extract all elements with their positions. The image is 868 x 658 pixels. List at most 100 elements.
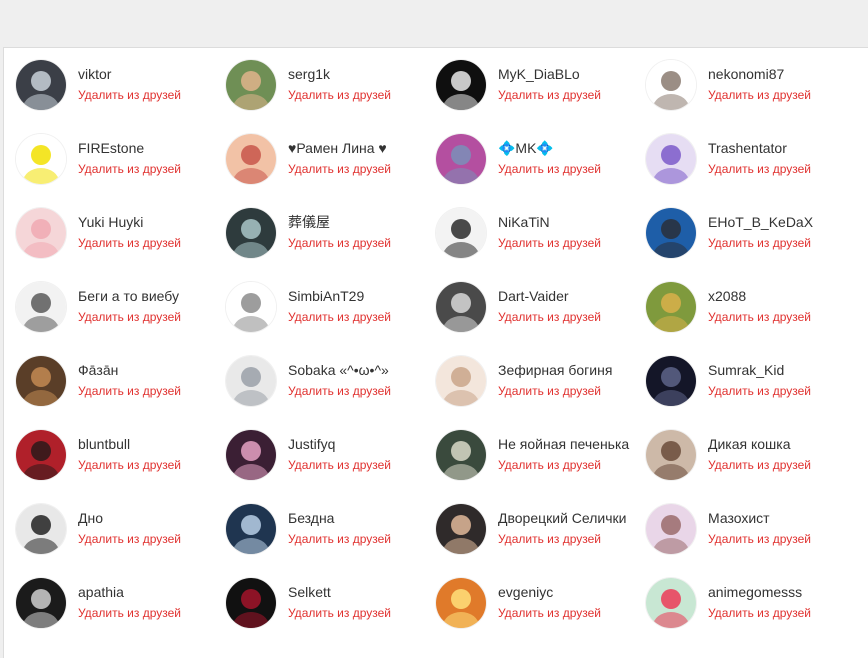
avatar-night[interactable]: [646, 356, 696, 406]
remove-friend-link[interactable]: Удалить из друзей: [288, 310, 391, 324]
remove-friend-link[interactable]: Удалить из друзей: [708, 88, 811, 102]
friend-name[interactable]: EHoT_B_KeDaX: [708, 214, 813, 230]
avatar-redhead-girl[interactable]: [226, 134, 276, 184]
avatar-gothic-girl[interactable]: [226, 578, 276, 628]
avatar-warm-portrait[interactable]: [16, 356, 66, 406]
friend-name[interactable]: Trashentator: [708, 140, 811, 156]
friend-name[interactable]: nekonomi87: [708, 66, 811, 82]
remove-friend-link[interactable]: Удалить из друзей: [708, 236, 813, 250]
friend-name[interactable]: evgeniyс: [498, 584, 601, 600]
remove-friend-link[interactable]: Удалить из друзей: [288, 458, 391, 472]
friend-name[interactable]: ♥Рамен Лина ♥: [288, 140, 391, 156]
friend-info: Trashentator Удалить из друзей: [708, 134, 811, 176]
remove-friend-link[interactable]: Удалить из друзей: [78, 532, 181, 546]
friend-info: EHoT_B_KeDaX Удалить из друзей: [708, 208, 813, 250]
remove-friend-link[interactable]: Удалить из друзей: [78, 236, 181, 250]
avatar-raccoon[interactable]: [646, 208, 696, 258]
friend-name[interactable]: Dart-Vaider: [498, 288, 601, 304]
remove-friend-link[interactable]: Удалить из друзей: [708, 384, 811, 398]
friend-name[interactable]: MyK_DiaBLo: [498, 66, 601, 82]
avatar-bw-photo[interactable]: [16, 578, 66, 628]
avatar-dark-collage[interactable]: [16, 60, 66, 110]
remove-friend-link[interactable]: Удалить из друзей: [78, 384, 181, 398]
remove-friend-link[interactable]: Удалить из друзей: [708, 310, 811, 324]
friend-item: FIREstone Удалить из друзей: [16, 134, 226, 208]
friend-name[interactable]: 💠MK💠: [498, 140, 601, 156]
remove-friend-link[interactable]: Удалить из друзей: [78, 458, 181, 472]
avatar-dark-hair-girl[interactable]: [16, 504, 66, 554]
friend-name[interactable]: 葬儀屋: [288, 214, 391, 230]
friend-name[interactable]: Sumrak_Kid: [708, 362, 811, 378]
remove-friend-link[interactable]: Удалить из друзей: [78, 162, 181, 176]
avatar-cartoon-face[interactable]: [226, 60, 276, 110]
avatar-green-bg-girl[interactable]: [646, 578, 696, 628]
remove-friend-link[interactable]: Удалить из друзей: [288, 606, 391, 620]
remove-friend-link[interactable]: Удалить из друзей: [78, 606, 181, 620]
friend-name[interactable]: Не яойная печенька: [498, 436, 629, 452]
friend-name[interactable]: Бездна: [288, 510, 391, 526]
friend-name[interactable]: viktor: [78, 66, 181, 82]
friend-name[interactable]: NiKaTiN: [498, 214, 601, 230]
friend-name[interactable]: Мазохист: [708, 510, 811, 526]
remove-friend-link[interactable]: Удалить из друзей: [708, 606, 811, 620]
friend-name[interactable]: Justifyq: [288, 436, 391, 452]
avatar-cube[interactable]: [226, 282, 276, 332]
remove-friend-link[interactable]: Удалить из друзей: [498, 236, 601, 250]
avatar-boy-portrait[interactable]: [646, 504, 696, 554]
friend-name[interactable]: Дворецкий Селички: [498, 510, 626, 526]
avatar-anime-sketch[interactable]: [436, 208, 486, 258]
avatar-blue-anime[interactable]: [226, 504, 276, 554]
avatar-manga-girl[interactable]: [16, 282, 66, 332]
avatar-smiley[interactable]: [16, 134, 66, 184]
remove-friend-link[interactable]: Удалить из друзей: [288, 88, 391, 102]
avatar-landscape[interactable]: [646, 282, 696, 332]
avatar-kitten[interactable]: [16, 208, 66, 258]
remove-friend-link[interactable]: Удалить из друзей: [708, 458, 811, 472]
friend-info: NiKaTiN Удалить из друзей: [498, 208, 601, 250]
friend-name[interactable]: Дно: [78, 510, 181, 526]
remove-friend-link[interactable]: Удалить из друзей: [498, 458, 629, 472]
avatar-room[interactable]: [646, 430, 696, 480]
remove-friend-link[interactable]: Удалить из друзей: [708, 532, 811, 546]
avatar-man-glasses[interactable]: [436, 504, 486, 554]
remove-friend-link[interactable]: Удалить из друзей: [498, 384, 612, 398]
remove-friend-link[interactable]: Удалить из друзей: [498, 88, 601, 102]
avatar-sakura[interactable]: [226, 430, 276, 480]
friend-name[interactable]: apathia: [78, 584, 181, 600]
remove-friend-link[interactable]: Удалить из друзей: [288, 532, 391, 546]
avatar-pastel-anime[interactable]: [436, 356, 486, 406]
avatar-green-girl[interactable]: [436, 430, 486, 480]
friend-name[interactable]: Фāзāн: [78, 362, 181, 378]
friend-name[interactable]: Зефирная богиня: [498, 362, 612, 378]
remove-friend-link[interactable]: Удалить из друзей: [288, 162, 391, 176]
remove-friend-link[interactable]: Удалить из друзей: [288, 236, 391, 250]
friend-name[interactable]: x2088: [708, 288, 811, 304]
friend-name[interactable]: animegomesss: [708, 584, 811, 600]
friend-name[interactable]: SimbiAnT29: [288, 288, 391, 304]
friend-name[interactable]: FIREstone: [78, 140, 181, 156]
avatar-skull[interactable]: [226, 208, 276, 258]
remove-friend-link[interactable]: Удалить из друзей: [498, 310, 601, 324]
avatar-cat[interactable]: [646, 60, 696, 110]
remove-friend-link[interactable]: Удалить из друзей: [288, 384, 391, 398]
friend-name[interactable]: Selkett: [288, 584, 391, 600]
avatar-red-character[interactable]: [16, 430, 66, 480]
remove-friend-link[interactable]: Удалить из друзей: [78, 310, 181, 324]
avatar-sunburst[interactable]: [436, 578, 486, 628]
avatar-purple-art[interactable]: [436, 134, 486, 184]
remove-friend-link[interactable]: Удалить из друзей: [498, 162, 601, 176]
avatar-silver-hair[interactable]: [226, 356, 276, 406]
friend-name[interactable]: bluntbull: [78, 436, 181, 452]
friend-name[interactable]: Дикая кошка: [708, 436, 811, 452]
remove-friend-link[interactable]: Удалить из друзей: [498, 532, 626, 546]
avatar-white-mask[interactable]: [436, 60, 486, 110]
friend-name[interactable]: serg1k: [288, 66, 391, 82]
remove-friend-link[interactable]: Удалить из друзей: [498, 606, 601, 620]
avatar-panda-suit[interactable]: [436, 282, 486, 332]
friend-name[interactable]: Беги а то виебу: [78, 288, 181, 304]
friend-name[interactable]: Yuki Huyki: [78, 214, 181, 230]
remove-friend-link[interactable]: Удалить из друзей: [78, 88, 181, 102]
avatar-neon-figure[interactable]: [646, 134, 696, 184]
remove-friend-link[interactable]: Удалить из друзей: [708, 162, 811, 176]
friend-name[interactable]: Sobaka «^•ω•^»: [288, 362, 391, 378]
